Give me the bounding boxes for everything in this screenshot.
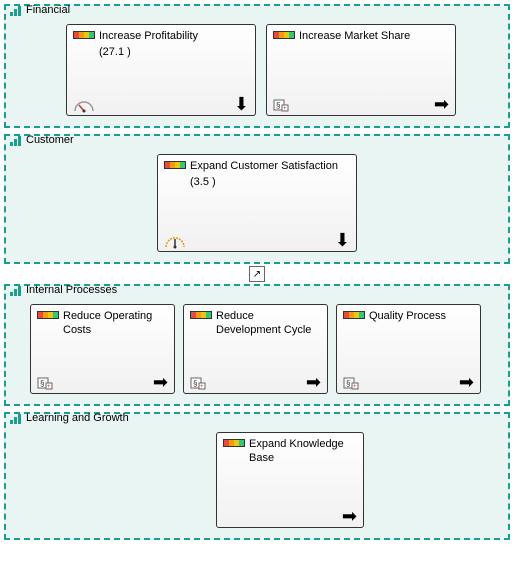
svg-text:§: § [346,379,350,388]
perspective-title: Customer [10,134,74,146]
action-icon: §+ [37,375,55,391]
svg-text:+: + [283,106,287,112]
perspective-icon [10,134,24,146]
status-indicator-icon [343,311,365,319]
status-indicator-icon [223,439,245,447]
connector-glyph: ↗ [253,269,261,280]
action-icon: §+ [273,97,291,113]
card-title: Increase Profitability [99,29,198,44]
gauge-icon [164,233,186,249]
svg-text:§: § [276,101,280,110]
arrow-right-icon: ➡ [342,507,357,525]
spacer [223,509,245,525]
status-indicator-icon [190,311,212,319]
card-increase-market-share[interactable]: Increase Market Share §+ ➡ [266,24,456,116]
card-title: Expand Customer Satisfaction [190,159,338,174]
card-value: (27.1 ) [73,46,249,58]
card-row: Increase Profitability (27.1 ) ⬇ Increas… [16,24,498,116]
perspective-customer: Customer Expand Customer Satisfaction (3… [4,134,510,264]
perspective-title: Financial [10,4,70,16]
arrow-right-icon: ➡ [306,373,321,391]
svg-text:§: § [40,379,44,388]
card-title: Quality Process [369,309,446,324]
card-title: Reduce Operating Costs [63,309,168,338]
gauge-icon [73,97,95,113]
perspective-learning-growth: Learning and Growth Expand Knowledge Bas… [4,412,510,540]
card-reduce-operating-costs[interactable]: Reduce Operating Costs §+ ➡ [30,304,175,394]
perspective-label: Internal Processes [26,284,117,296]
perspective-title: Learning and Growth [10,412,129,424]
arrow-down-icon: ⬇ [234,95,249,113]
status-indicator-icon [73,31,95,39]
svg-text:§: § [193,379,197,388]
arrow-right-icon: ➡ [153,373,168,391]
svg-text:+: + [47,384,51,390]
perspective-label: Customer [26,134,74,146]
card-quality-process[interactable]: Quality Process §+ ➡ [336,304,481,394]
arrow-right-icon: ➡ [459,373,474,391]
card-value: (3.5 ) [164,176,350,188]
perspective-icon [10,284,24,296]
arrow-right-icon: ➡ [434,95,449,113]
card-expand-knowledge-base[interactable]: Expand Knowledge Base ➡ [216,432,364,528]
card-increase-profitability[interactable]: Increase Profitability (27.1 ) ⬇ [66,24,256,116]
card-reduce-development-cycle[interactable]: Reduce Development Cycle §+ ➡ [183,304,328,394]
card-title: Increase Market Share [299,29,410,44]
perspective-label: Financial [26,4,70,16]
arrow-down-icon: ⬇ [335,231,350,249]
connector-icon[interactable]: ↗ [249,266,265,282]
status-indicator-icon [37,311,59,319]
perspective-label: Learning and Growth [26,412,129,424]
card-row: Reduce Operating Costs §+ ➡ Reduce Devel… [16,304,498,394]
card-title: Expand Knowledge Base [249,437,357,466]
action-icon: §+ [343,375,361,391]
card-title: Reduce Development Cycle [216,309,321,338]
perspective-icon [10,4,24,16]
connector: ↗ [4,266,510,282]
card-row: Expand Customer Satisfaction (3.5 ) ⬇ [16,154,498,252]
svg-text:+: + [200,384,204,390]
perspective-icon [10,412,24,424]
perspective-financial: Financial Increase Profitability (27.1 )… [4,4,510,128]
status-indicator-icon [273,31,295,39]
card-expand-customer-satisfaction[interactable]: Expand Customer Satisfaction (3.5 ) ⬇ [157,154,357,252]
svg-text:+: + [353,384,357,390]
perspective-internal-processes: Internal Processes Reduce Operating Cost… [4,284,510,406]
status-indicator-icon [164,161,186,169]
perspective-title: Internal Processes [10,284,117,296]
action-icon: §+ [190,375,208,391]
card-row: Expand Knowledge Base ➡ [16,432,498,528]
